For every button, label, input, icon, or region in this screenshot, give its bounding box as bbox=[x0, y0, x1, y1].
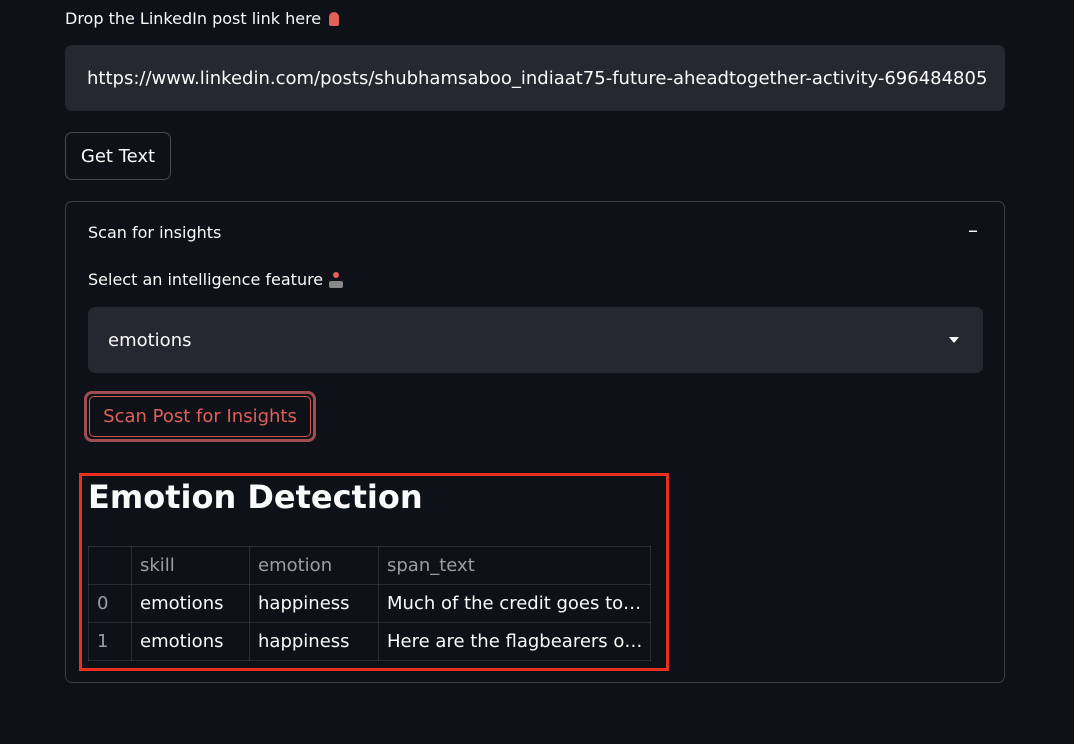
table-row: 0 emotions happiness Much of the credit … bbox=[88, 584, 652, 623]
result-title: Emotion Detection bbox=[88, 478, 423, 516]
cell-span-text[interactable]: Here are the flagbearers o… bbox=[377, 622, 652, 661]
linkedin-url-input[interactable]: https://www.linkedin.com/posts/shubhamsa… bbox=[65, 45, 1005, 111]
pin-icon bbox=[329, 11, 340, 26]
expander-title[interactable]: Scan for insights bbox=[88, 223, 221, 242]
cell-emotion[interactable]: happiness bbox=[249, 622, 379, 661]
table-header-index bbox=[88, 546, 132, 585]
url-field-label: Drop the LinkedIn post link here bbox=[65, 9, 340, 28]
cell-skill[interactable]: emotions bbox=[131, 584, 250, 623]
feature-select-label-text: Select an intelligence feature bbox=[88, 270, 324, 289]
row-index: 0 bbox=[88, 584, 132, 623]
table-header-skill[interactable]: skill bbox=[131, 546, 250, 585]
url-field-label-text: Drop the LinkedIn post link here bbox=[65, 9, 322, 28]
get-text-button[interactable]: Get Text bbox=[65, 132, 171, 180]
cell-span-text[interactable]: Much of the credit goes to… bbox=[377, 584, 652, 623]
scan-post-button[interactable]: Scan Post for Insights bbox=[89, 396, 311, 437]
table-row: 1 emotions happiness Here are the flagbe… bbox=[88, 622, 652, 661]
feature-select-label: Select an intelligence feature bbox=[88, 270, 344, 289]
chevron-down-icon[interactable] bbox=[949, 337, 959, 343]
joystick-icon bbox=[329, 271, 344, 288]
app-page: Drop the LinkedIn post link here https:/… bbox=[0, 0, 1074, 744]
cell-skill[interactable]: emotions bbox=[131, 622, 250, 661]
collapse-icon[interactable]: – bbox=[968, 218, 978, 242]
emotion-results-table: skill emotion span_text 0 emotions happi… bbox=[88, 546, 652, 661]
table-header-row: skill emotion span_text bbox=[88, 546, 652, 585]
cell-emotion[interactable]: happiness bbox=[249, 584, 379, 623]
feature-select-value: emotions bbox=[108, 329, 192, 351]
feature-select[interactable]: emotions bbox=[88, 307, 983, 373]
row-index: 1 bbox=[88, 622, 132, 661]
scan-post-button-focus-ring: Scan Post for Insights bbox=[84, 391, 316, 442]
linkedin-url-value: https://www.linkedin.com/posts/shubhamsa… bbox=[87, 67, 988, 89]
table-header-emotion[interactable]: emotion bbox=[249, 546, 379, 585]
table-header-span-text[interactable]: span_text bbox=[377, 546, 652, 585]
